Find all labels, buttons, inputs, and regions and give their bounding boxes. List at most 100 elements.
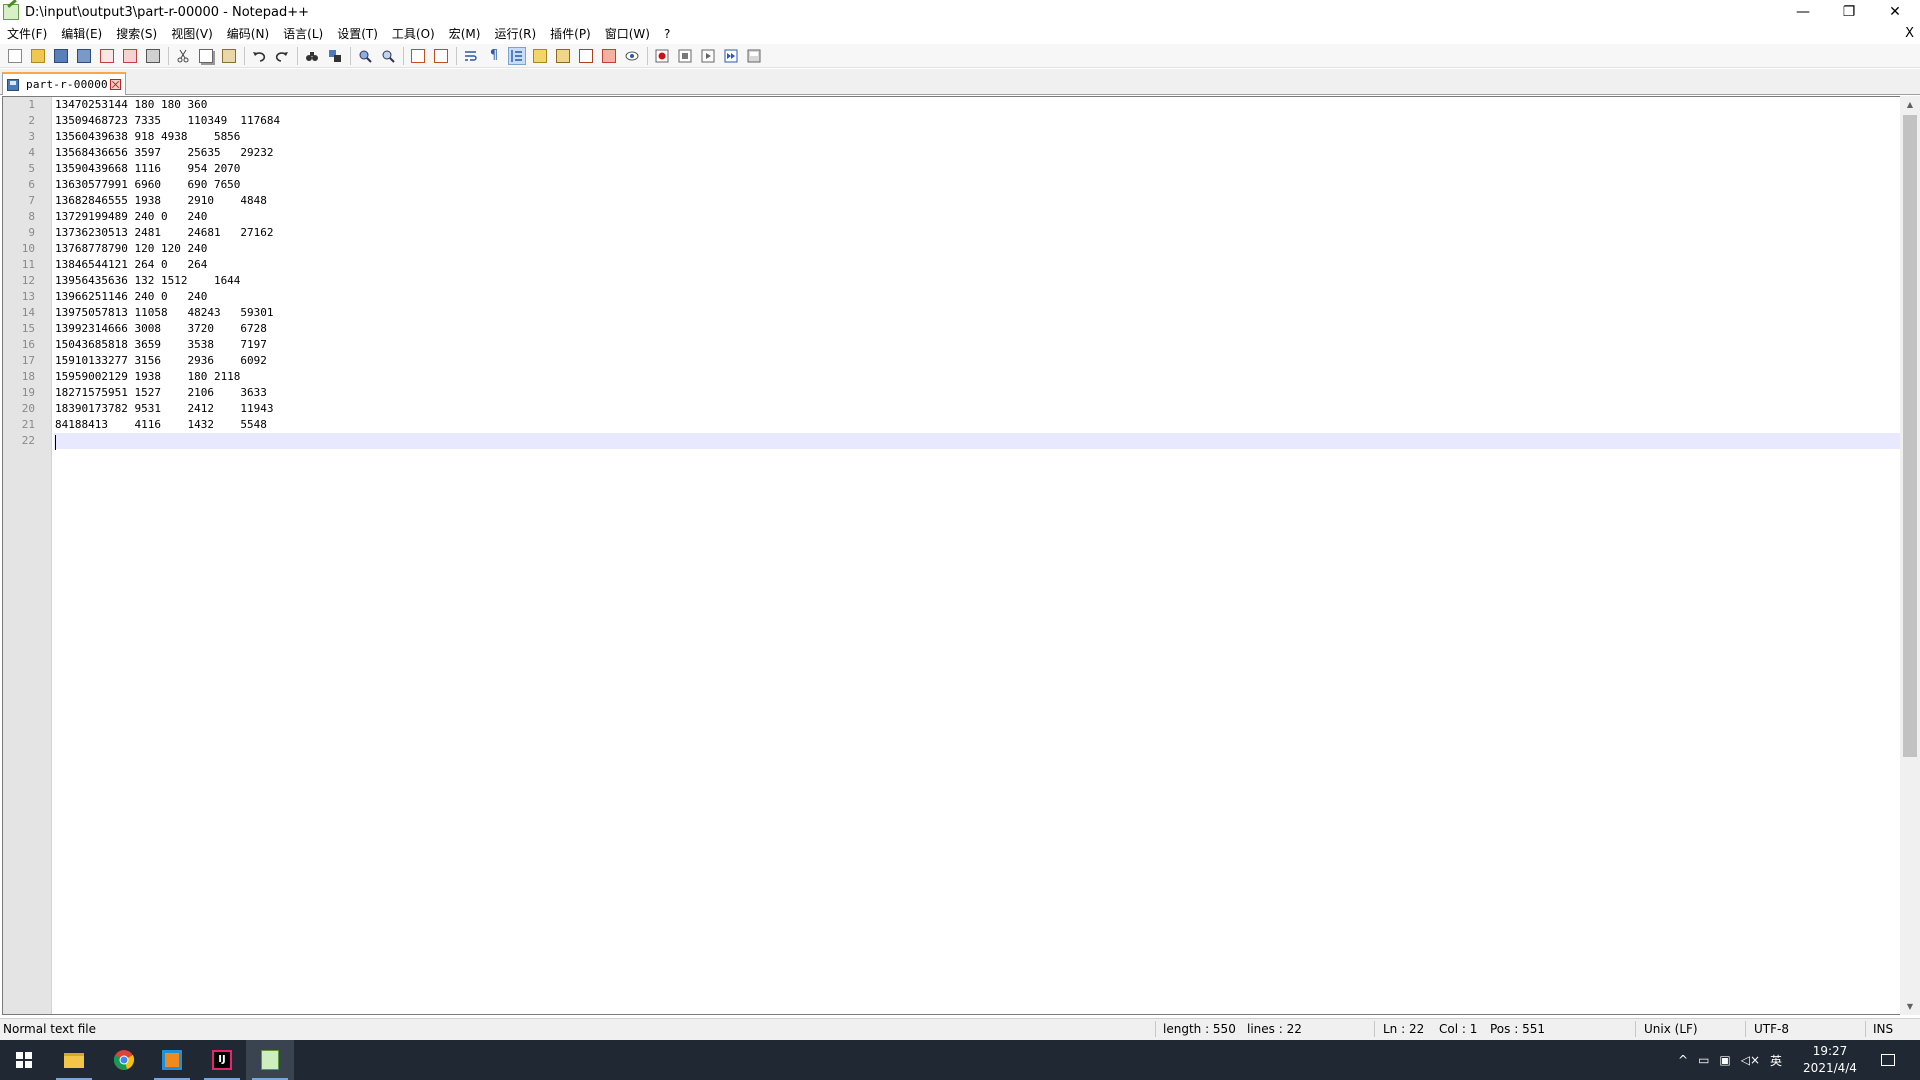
menu-help[interactable]: ? xyxy=(657,24,677,44)
code-line[interactable]: 13992314666 3008 3720 6728 xyxy=(54,321,1900,337)
code-line[interactable]: 13956435636 132 1512 1644 xyxy=(54,273,1900,289)
code-line[interactable]: 13966251146 240 0 240 xyxy=(54,289,1900,305)
close-all-button[interactable] xyxy=(121,47,139,65)
code-line[interactable]: 13590439668 1116 954 2070 xyxy=(54,161,1900,177)
code-text[interactable]: 13470253144 180 180 360 13509468723 7335 … xyxy=(54,97,1900,449)
menu-tools[interactable]: 工具(O) xyxy=(385,24,442,44)
notepadpp-app-icon[interactable] xyxy=(3,4,19,20)
folder-workspace-button[interactable] xyxy=(600,47,618,65)
print-button[interactable] xyxy=(144,47,162,65)
folder-workspace-icon xyxy=(602,48,616,63)
code-line[interactable]: 13568436656 3597 25635 29232 xyxy=(54,145,1900,161)
record-macro-button[interactable] xyxy=(653,47,671,65)
new-file-button[interactable] xyxy=(6,47,24,65)
binoculars-icon xyxy=(306,51,318,61)
close-button[interactable] xyxy=(98,47,116,65)
run-macro-multiple-button[interactable] xyxy=(722,47,740,65)
user-language-button[interactable] xyxy=(531,47,549,65)
code-line[interactable]: 13729199489 240 0 240 xyxy=(54,209,1900,225)
show-all-characters-button[interactable]: ¶ xyxy=(485,47,503,65)
open-file-button[interactable] xyxy=(29,47,47,65)
volume-muted-icon[interactable]: ◁× xyxy=(1741,1053,1760,1067)
function-list-button[interactable] xyxy=(577,47,595,65)
menu-settings[interactable]: 设置(T) xyxy=(330,24,385,44)
editor-area[interactable]: 1 2 3 4 5 6 7 8 9 10 11 12 13 14 15 16 17 18 19 20 21 22 1347… xyxy=(2,96,1900,1015)
redo-button[interactable] xyxy=(273,47,291,65)
chevron-up-icon[interactable]: ^ xyxy=(1678,1053,1688,1067)
code-line[interactable]: 18271575951 1527 2106 3633 xyxy=(54,385,1900,401)
menu-macro[interactable]: 宏(M) xyxy=(442,24,488,44)
save-macro-button[interactable] xyxy=(745,47,763,65)
line-number: 1 xyxy=(28,98,35,111)
code-line[interactable]: 15910133277 3156 2936 6092 xyxy=(54,353,1900,369)
status-eol-format: Unix (LF) xyxy=(1644,1022,1698,1036)
code-line[interactable]: 13682846555 1938 2910 4848 xyxy=(54,193,1900,209)
zoom-out-button[interactable] xyxy=(379,47,397,65)
scrollbar-thumb[interactable] xyxy=(1903,115,1917,757)
copy-button[interactable] xyxy=(197,47,215,65)
cut-button[interactable] xyxy=(174,47,192,65)
menu-language[interactable]: 语言(L) xyxy=(276,24,330,44)
menu-encoding[interactable]: 编码(N) xyxy=(220,24,276,44)
menu-edit[interactable]: 编辑(E) xyxy=(54,24,109,44)
taskbar-intellij-idea[interactable]: IJ xyxy=(198,1040,246,1080)
sync-vertical-button[interactable] xyxy=(409,47,427,65)
toolbar-separator xyxy=(403,46,404,65)
menu-run[interactable]: 运行(R) xyxy=(487,24,543,44)
scroll-up-arrow-icon[interactable]: ▲ xyxy=(1900,96,1920,113)
document-map-button[interactable] xyxy=(554,47,572,65)
code-line[interactable]: 13560439638 918 4938 5856 xyxy=(54,129,1900,145)
code-line[interactable]: 13509468723 7335 110349 117684 xyxy=(54,113,1900,129)
status-lines: lines : 22 xyxy=(1247,1022,1302,1036)
tab-close-icon[interactable] xyxy=(109,79,121,90)
menu-search[interactable]: 搜索(S) xyxy=(109,24,164,44)
word-wrap-button[interactable] xyxy=(462,47,480,65)
taskbar-virtualbox[interactable] xyxy=(148,1040,196,1080)
zoom-in-button[interactable] xyxy=(356,47,374,65)
notification-center-button[interactable] xyxy=(1876,1040,1900,1080)
menu-view[interactable]: 视图(V) xyxy=(164,24,220,44)
code-line[interactable]: 13846544121 264 0 264 xyxy=(54,257,1900,273)
code-line[interactable] xyxy=(54,433,1900,449)
start-button[interactable] xyxy=(0,1040,48,1080)
code-line[interactable]: 15959002129 1938 180 2118 xyxy=(54,369,1900,385)
vertical-scrollbar[interactable]: ▲ ▼ xyxy=(1900,96,1920,1015)
minimize-button[interactable]: — xyxy=(1780,0,1826,24)
line-number: 18 xyxy=(21,370,35,383)
taskbar-file-explorer[interactable] xyxy=(50,1040,98,1080)
menu-window[interactable]: 窗口(W) xyxy=(598,24,657,44)
close-document-button[interactable]: X xyxy=(1905,24,1914,44)
scroll-down-arrow-icon[interactable]: ▼ xyxy=(1900,998,1920,1015)
network-icon[interactable]: ▣ xyxy=(1719,1053,1730,1067)
title-bar: D:\input\output3\part-r-00000 - Notepad+… xyxy=(0,0,1920,24)
code-line[interactable]: 13736230513 2481 24681 27162 xyxy=(54,225,1900,241)
tab-part-r-00000[interactable]: part-r-00000 xyxy=(2,72,126,95)
paste-button[interactable] xyxy=(220,47,238,65)
restore-button[interactable]: ❐ xyxy=(1826,0,1872,24)
sync-horizontal-button[interactable] xyxy=(432,47,450,65)
monitoring-button[interactable] xyxy=(623,47,641,65)
close-window-button[interactable]: ✕ xyxy=(1872,0,1918,24)
replace-button[interactable] xyxy=(326,47,344,65)
stop-macro-button[interactable] xyxy=(676,47,694,65)
taskbar-clock[interactable]: 19:27 2021/4/4 xyxy=(1780,1043,1880,1077)
code-line[interactable]: 13630577991 6960 690 7650 xyxy=(54,177,1900,193)
save-button[interactable] xyxy=(52,47,70,65)
find-button[interactable] xyxy=(303,47,321,65)
battery-icon[interactable]: ▭ xyxy=(1698,1053,1709,1067)
menu-file[interactable]: 文件(F) xyxy=(0,24,54,44)
code-line[interactable]: 15043685818 3659 3538 7197 xyxy=(54,337,1900,353)
indent-guide-button[interactable] xyxy=(508,46,526,65)
code-line[interactable]: 84188413 4116 1432 5548 xyxy=(54,417,1900,433)
taskbar-notepadpp[interactable] xyxy=(246,1040,294,1080)
taskbar-chrome[interactable] xyxy=(100,1040,148,1080)
save-all-button[interactable] xyxy=(75,47,93,65)
redo-icon xyxy=(275,51,288,62)
code-line[interactable]: 13768778790 120 120 240 xyxy=(54,241,1900,257)
code-line[interactable]: 18390173782 9531 2412 11943 xyxy=(54,401,1900,417)
code-line[interactable]: 13975057813 11058 48243 59301 xyxy=(54,305,1900,321)
play-macro-button[interactable] xyxy=(699,47,717,65)
undo-button[interactable] xyxy=(250,47,268,65)
code-line[interactable]: 13470253144 180 180 360 xyxy=(54,97,1900,113)
menu-plugins[interactable]: 插件(P) xyxy=(543,24,598,44)
